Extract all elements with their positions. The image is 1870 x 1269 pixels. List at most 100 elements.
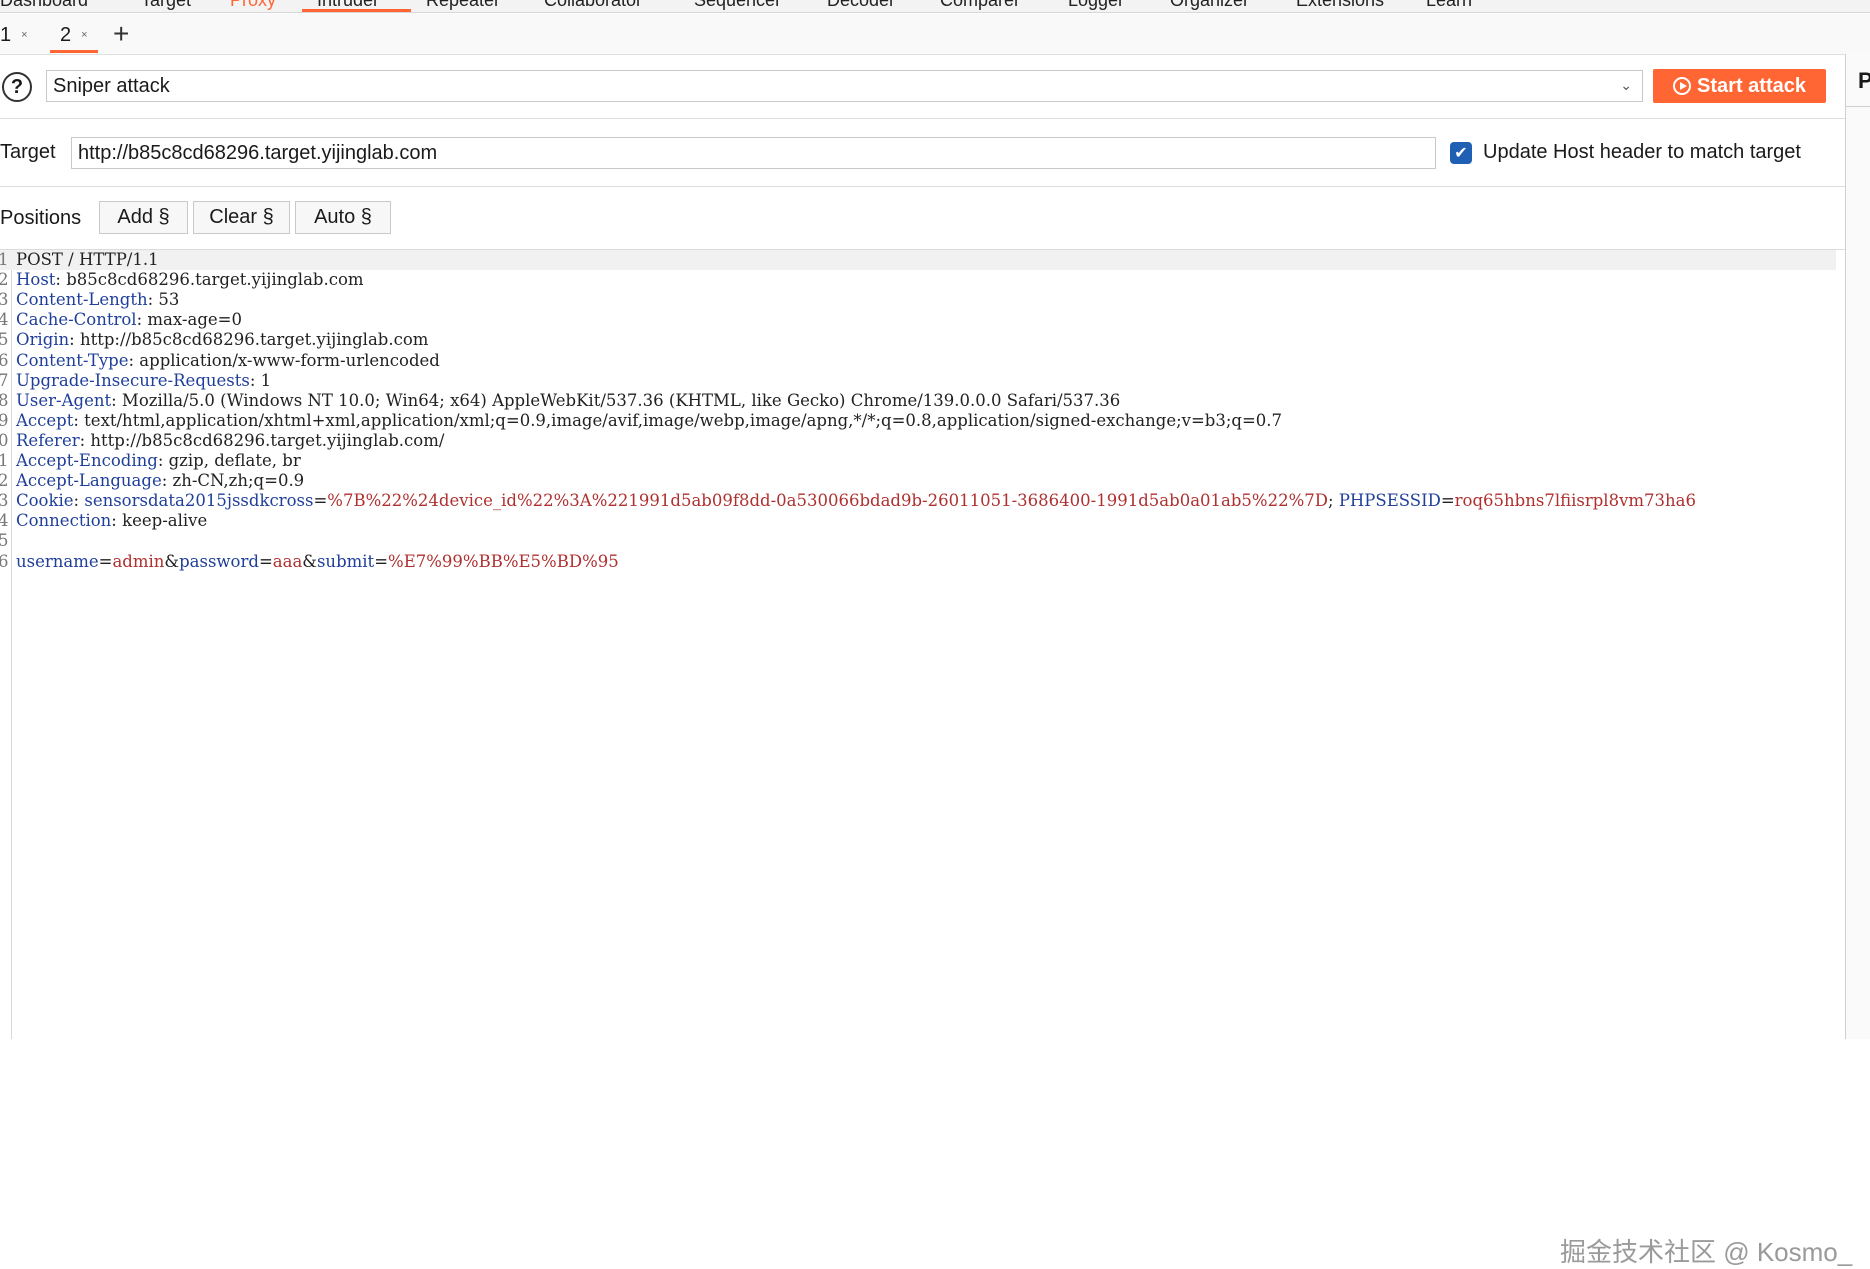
request-line[interactable]: 1 Accept-Encoding: gzip, deflate, br	[0, 451, 1836, 471]
tab-sequencer[interactable]: Sequencer	[694, 0, 781, 11]
panel-label[interactable]: P	[1858, 68, 1870, 94]
request-line[interactable]: 9 Accept: text/html,application/xhtml+xml…	[0, 411, 1836, 431]
separator: :	[161, 471, 173, 491]
attack-type-select[interactable]: Sniper attack ⌄	[46, 70, 1643, 102]
tab-dashboard[interactable]: Dashboard	[0, 0, 88, 11]
request-line[interactable]: 0 Referer: http://b85c8cd68296.target.yij…	[0, 431, 1836, 451]
request-line[interactable]: 5 Origin: http://b85c8cd68296.target.yiji…	[0, 330, 1836, 350]
positions-label: Positions	[0, 207, 82, 229]
equals: =	[374, 551, 389, 571]
tab-repeater[interactable]: Repeater	[426, 0, 500, 11]
request-line[interactable]: 4 Cache-Control: max-age=0	[0, 310, 1836, 330]
tab-logger[interactable]: Logger	[1068, 0, 1124, 11]
auto-marker-button[interactable]: Auto §	[295, 201, 391, 234]
sub-tab-1[interactable]: 1 ×	[0, 20, 28, 50]
header-value: keep-alive	[122, 511, 208, 531]
start-attack-label: Start attack	[1697, 74, 1806, 97]
sub-tab-label: 2	[60, 23, 72, 46]
update-host-label[interactable]: Update Host header to match target	[1483, 141, 1801, 164]
request-line[interactable]: 5	[0, 531, 1836, 551]
tab-organizer[interactable]: Organizer	[1170, 0, 1249, 11]
play-icon	[1673, 77, 1692, 95]
request-line[interactable]: 1 POST / HTTP/1.1	[0, 250, 1836, 270]
header-name: Host	[16, 270, 56, 290]
line-number: 1	[0, 250, 8, 269]
line-content: Cache-Control: max-age=0	[16, 310, 242, 330]
request-line[interactable]: 4 Connection: keep-alive	[0, 511, 1836, 531]
header-value: 53	[158, 290, 180, 310]
header-value: Mozilla/5.0 (Windows NT 10.0; Win64; x64…	[121, 390, 1121, 410]
separator: :	[79, 430, 91, 450]
attack-type-value: Sniper attack	[53, 74, 170, 97]
tab-target[interactable]: Target	[141, 0, 191, 11]
request-line[interactable]: 7 Upgrade-Insecure-Requests: 1	[0, 371, 1836, 391]
check-icon: ✔	[1454, 145, 1468, 162]
header-value: POST / HTTP/1.1	[16, 250, 159, 269]
line-content: Accept-Encoding: gzip, deflate, br	[16, 451, 301, 471]
request-line[interactable]: 6 username=admin&password=aaa&submit=%E7%…	[0, 552, 1836, 572]
cookie-value: roq65hbns7lfiisrpl8vm73ha6	[1454, 491, 1696, 511]
request-line[interactable]: 3 Cookie: sensorsdata2015jssdkcross=%7B%2…	[0, 491, 1836, 511]
start-attack-button[interactable]: Start attack	[1653, 69, 1826, 103]
request-line[interactable]: 2 Accept-Language: zh-CN,zh;q=0.9	[0, 471, 1836, 491]
separator: :	[73, 410, 85, 430]
equals: =	[98, 551, 113, 571]
line-content: Referer: http://b85c8cd68296.target.yiji…	[16, 431, 444, 451]
line-number: 2	[0, 270, 8, 290]
separator: :	[157, 451, 169, 470]
request-line[interactable]: 2 Host: b85c8cd68296.target.yijinglab.com	[0, 270, 1836, 290]
header-value: max-age=0	[147, 310, 242, 330]
header-name: Accept	[16, 410, 74, 430]
param-name: submit	[316, 551, 375, 571]
tab-decoder[interactable]: Decoder	[827, 0, 895, 11]
request-line[interactable]: 8 User-Agent: Mozilla/5.0 (Windows NT 10.…	[0, 391, 1836, 411]
param-value: %E7%99%BB%E5%BD%95	[388, 551, 619, 571]
clear-marker-button[interactable]: Clear §	[193, 201, 290, 234]
watermark: 掘金技术社区 @ Kosmo_	[1560, 1237, 1853, 1267]
tab-collaborator[interactable]: Collaborator	[544, 0, 642, 11]
line-number: 4	[0, 310, 8, 330]
cookie-value: %7B%22%24device_id%22%3A%221991d5ab09f8d…	[327, 491, 1328, 511]
header-name: Connection	[16, 511, 112, 531]
close-icon[interactable]: ×	[81, 29, 87, 41]
line-number: 6	[0, 350, 8, 370]
help-icon[interactable]: ?	[2, 72, 32, 102]
divider	[1846, 106, 1870, 107]
header-value: zh-CN,zh;q=0.9	[172, 471, 305, 491]
param-value: admin	[112, 551, 165, 571]
sub-tab-2[interactable]: 2 ×	[50, 20, 98, 53]
sub-tab-label: 1	[0, 23, 12, 46]
header-value: b85c8cd68296.target.yijinglab.com	[66, 270, 364, 290]
cookie-name: sensorsdata2015jssdkcross	[84, 491, 314, 511]
target-url-field[interactable]: http://b85c8cd68296.target.yijinglab.com	[71, 137, 1436, 169]
line-content: Content-Length: 53	[16, 290, 179, 310]
separator: :	[69, 330, 80, 350]
line-content: Upgrade-Insecure-Requests: 1	[16, 371, 271, 391]
add-tab-icon[interactable]: +	[113, 20, 129, 48]
line-content: Content-Type: application/x-www-form-url…	[16, 351, 440, 371]
update-host-checkbox[interactable]: ✔	[1450, 142, 1472, 164]
header-name: Accept-Language	[16, 471, 162, 491]
tab-comparer[interactable]: Comparer	[940, 0, 1020, 11]
tab-learn[interactable]: Learn	[1426, 0, 1472, 11]
line-number: 9	[0, 410, 8, 430]
request-editor[interactable]: 1 POST / HTTP/1.1 2 Host: b85c8cd68296.targ…	[0, 250, 1852, 1267]
chevron-down-icon: ⌄	[1620, 77, 1632, 93]
tab-extensions[interactable]: Extensions	[1296, 0, 1384, 11]
header-name: Cookie	[16, 491, 74, 511]
request-line[interactable]: 6 Content-Type: application/x-www-form-ur…	[0, 351, 1836, 371]
line-content: username=admin&password=aaa&submit=%E7%9…	[16, 552, 619, 572]
separator: :	[147, 290, 159, 310]
tab-proxy[interactable]: Proxy	[230, 0, 276, 11]
add-marker-button[interactable]: Add §	[99, 201, 188, 234]
close-icon[interactable]: ×	[21, 29, 27, 41]
header-value: gzip, deflate, br	[168, 451, 301, 470]
line-number: 4	[0, 511, 8, 531]
request-line[interactable]: 3 Content-Length: 53	[0, 290, 1836, 310]
tool-tabs-bar: Dashboard Target Proxy Intruder Repeater…	[0, 0, 1870, 13]
intruder-sub-tabs: 1 × 2 × +	[0, 14, 1870, 55]
header-name: User-Agent	[16, 390, 112, 410]
equals: =	[1440, 491, 1455, 511]
header-name: Content-Type	[16, 350, 129, 370]
separator: :	[73, 491, 85, 511]
